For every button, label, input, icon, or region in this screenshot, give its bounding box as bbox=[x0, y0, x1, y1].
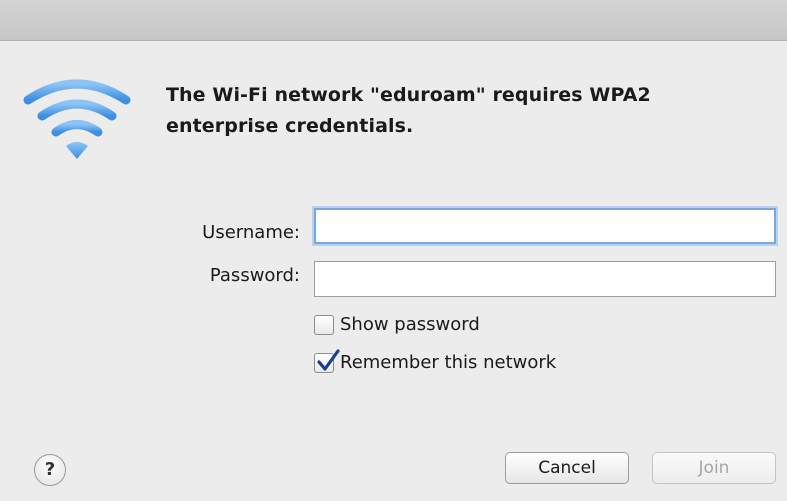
password-label: Password: bbox=[209, 265, 300, 286]
window-title-bar[interactable] bbox=[0, 0, 787, 41]
remember-network-option[interactable]: Remember this network bbox=[314, 348, 557, 373]
remember-network-checkbox[interactable] bbox=[314, 348, 340, 373]
remember-network-label: Remember this network bbox=[340, 352, 557, 373]
show-password-label: Show password bbox=[340, 314, 480, 335]
checkmark-icon bbox=[317, 348, 340, 371]
dialog-message: The Wi-Fi network "eduroam" requires WPA… bbox=[166, 84, 651, 137]
join-button[interactable]: Join bbox=[652, 452, 776, 484]
help-button[interactable]: ? bbox=[34, 454, 66, 486]
show-password-option[interactable]: Show password bbox=[314, 314, 480, 335]
password-field[interactable] bbox=[314, 261, 776, 297]
cancel-button[interactable]: Cancel bbox=[505, 452, 629, 484]
show-password-checkbox[interactable] bbox=[314, 314, 334, 335]
username-field[interactable] bbox=[314, 208, 776, 244]
wifi-icon bbox=[22, 74, 132, 164]
username-label: Username: bbox=[202, 222, 300, 243]
